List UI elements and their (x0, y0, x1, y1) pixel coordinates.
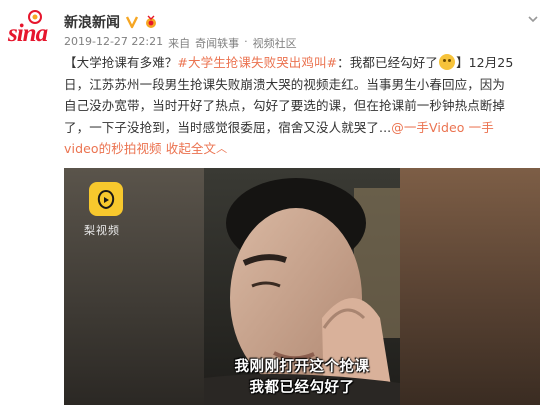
watermark-label: 梨视频 (84, 224, 120, 237)
post-text: 【大学抢课有多难？#大学生抢课失败哭出鸡叫#：我都已经勾好了 】12月25 日，江… (64, 52, 544, 161)
video-subtitle-line-1: 我刚刚打开这个抢课 (234, 359, 370, 375)
video-player[interactable]: 梨视频 我刚刚打开这个抢课 我都已经勾好了 (64, 168, 540, 405)
meta-separator: · (244, 35, 248, 48)
post-line-4: 了，一下子没抢到，当时感觉很委屈，宿舍又没人就哭了... (64, 119, 392, 135)
sina-logo[interactable]: sina (8, 8, 54, 52)
post-meta: 2019-12-27 22:21 来自 奇闻轶事 · 视频社区 (64, 35, 297, 51)
medal-icon[interactable] (144, 15, 158, 29)
hashtag-link[interactable]: #大学生抢课失败哭出鸡叫# (177, 55, 337, 70)
open-bracket: 【 (64, 55, 77, 70)
video-link[interactable]: video的秒拍视频 (64, 141, 162, 156)
post-lead: 大学抢课有多难？ (76, 55, 178, 70)
post-line-2: 日，江苏苏州一段男生抢课失败崩溃大哭的视频走红。当事男生小春回应，因为 (64, 76, 506, 92)
chevron-down-icon[interactable] (526, 12, 540, 26)
post-timestamp[interactable]: 2019-12-27 22:21 (64, 35, 163, 51)
verified-icon (125, 15, 139, 29)
post-line-3: 自己没办宽带，当时开好了热点，勾好了要选的课，但在抢课前一秒钟热点断掉 (64, 98, 506, 113)
collapse-button[interactable]: 收起全文 (166, 141, 216, 156)
post-lead2: ：我都已经勾好了 (337, 55, 438, 70)
post-source[interactable]: 奇闻轶事 (195, 35, 239, 51)
emoji-icon (438, 54, 455, 70)
sina-logo-text: sina (8, 20, 48, 47)
close-bracket-date: 】12月25 (455, 55, 514, 70)
source-prefix: 来自 (168, 37, 191, 50)
mention-link-2[interactable]: 一手 (469, 120, 494, 135)
video-blur-right (400, 168, 540, 405)
lishipin-logo-icon (89, 182, 123, 216)
video-subtitle-line-2: 我都已经勾好了 (249, 380, 355, 396)
mention-link[interactable]: @一手Video (391, 120, 464, 135)
expand-arrow-icon[interactable]: ︿ (216, 138, 227, 160)
author-name-row: 新浪新闻 (64, 12, 158, 32)
post-category[interactable]: 视频社区 (253, 35, 297, 51)
author-name[interactable]: 新浪新闻 (64, 12, 120, 32)
video-blur-left (64, 168, 204, 405)
